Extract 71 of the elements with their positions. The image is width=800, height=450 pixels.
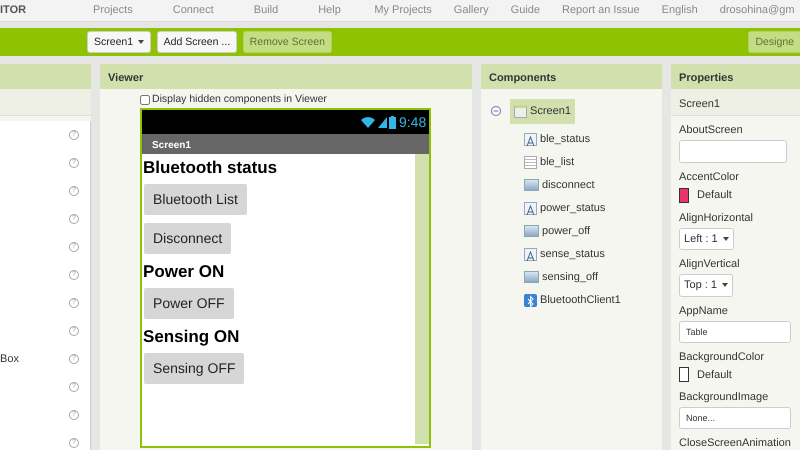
panel-header: Viewer bbox=[100, 64, 472, 89]
battery-icon bbox=[389, 116, 396, 128]
letter-a-icon bbox=[524, 132, 537, 146]
caret-icon bbox=[722, 236, 729, 241]
color-value: Default bbox=[697, 188, 732, 203]
property-label: AboutScreen bbox=[679, 124, 744, 137]
nav-link[interactable]: Projects bbox=[93, 2, 133, 19]
tree-node[interactable]: ble_list bbox=[540, 154, 574, 170]
tree-node[interactable]: ble_status bbox=[540, 130, 590, 148]
collapse-icon[interactable] bbox=[491, 106, 501, 116]
tree-node[interactable]: BluetoothClient1 bbox=[540, 292, 621, 308]
letter-a-icon bbox=[524, 202, 537, 214]
nav-link[interactable]: My Projects bbox=[374, 2, 432, 19]
app-button[interactable]: Bluetooth List bbox=[144, 184, 247, 215]
nav-link[interactable]: Help bbox=[318, 2, 341, 19]
app-button[interactable]: Disconnect bbox=[144, 223, 232, 254]
property-label: BackgroundImage bbox=[679, 391, 770, 404]
component-name: Screen1 bbox=[671, 89, 800, 116]
tree-node[interactable]: Screen1 bbox=[510, 99, 575, 124]
tree-node[interactable]: sense_status bbox=[540, 246, 605, 262]
logo-text: ITOR bbox=[0, 3, 28, 18]
tree-node[interactable]: power_status bbox=[540, 200, 606, 216]
bluetooth-icon bbox=[524, 294, 537, 306]
property-label: AccentColor bbox=[679, 171, 740, 184]
property-label: CloseScreenAnimation bbox=[679, 437, 792, 450]
status-time: 9:48 bbox=[399, 112, 426, 132]
screen-icon bbox=[514, 104, 527, 118]
input-field[interactable]: None... bbox=[679, 407, 791, 429]
label-text: Bluetooth status bbox=[143, 158, 278, 178]
color-swatch[interactable] bbox=[679, 188, 689, 203]
property-label: AlignVertical bbox=[679, 258, 741, 271]
screen-title: Screen1 bbox=[142, 134, 429, 154]
color-swatch[interactable] bbox=[679, 367, 689, 382]
nav-link[interactable]: Connect bbox=[172, 2, 214, 19]
checkbox[interactable] bbox=[140, 95, 150, 105]
button-icon bbox=[524, 225, 539, 237]
list-icon bbox=[524, 156, 537, 168]
nav-link[interactable]: Build bbox=[254, 2, 278, 19]
nav-link[interactable]: Report an Issue bbox=[562, 2, 640, 19]
screen-dropdown[interactable]: Screen1 bbox=[87, 31, 152, 53]
label-text: Sensing ON bbox=[143, 327, 240, 347]
nav-link[interactable]: English bbox=[662, 2, 698, 19]
palette-item[interactable]: Box bbox=[0, 350, 19, 368]
signal-icon bbox=[378, 116, 386, 128]
nav-link[interactable]: Guide bbox=[510, 2, 540, 19]
input-field[interactable]: Table bbox=[679, 320, 791, 342]
label-text: Power ON bbox=[143, 262, 226, 282]
app-button[interactable]: Sensing OFF bbox=[144, 353, 244, 384]
nav-link[interactable]: Gallery bbox=[454, 2, 489, 19]
panel-header: Components bbox=[481, 64, 662, 89]
tree-node[interactable]: power_off bbox=[542, 222, 590, 240]
designer-button[interactable]: Designe bbox=[748, 31, 800, 53]
tree-node[interactable]: sensing_off bbox=[542, 268, 598, 286]
letter-a-icon bbox=[524, 248, 537, 260]
color-value: Default bbox=[697, 368, 732, 382]
caret-icon bbox=[722, 283, 728, 288]
property-label: BackgroundColor bbox=[679, 350, 765, 364]
nav-link[interactable]: drosohina@gm bbox=[720, 2, 794, 19]
app-button[interactable]: Power OFF bbox=[144, 288, 234, 319]
button-icon bbox=[524, 271, 539, 283]
property-dropdown[interactable]: Top : 1 bbox=[679, 274, 734, 296]
property-label: AlignHorizontal bbox=[679, 212, 754, 224]
caret-icon bbox=[138, 40, 144, 44]
button-icon bbox=[524, 179, 539, 191]
panel-header: Properties bbox=[671, 64, 800, 89]
property-label: AppName bbox=[679, 304, 729, 318]
tree-node[interactable]: disconnect bbox=[542, 176, 595, 194]
checkbox-label: Display hidden components in Viewer bbox=[152, 92, 327, 108]
wifi-icon bbox=[360, 116, 375, 128]
property-dropdown[interactable]: Left : 1 bbox=[679, 228, 734, 250]
toolbar-button[interactable]: Add Screen ... bbox=[156, 31, 238, 53]
